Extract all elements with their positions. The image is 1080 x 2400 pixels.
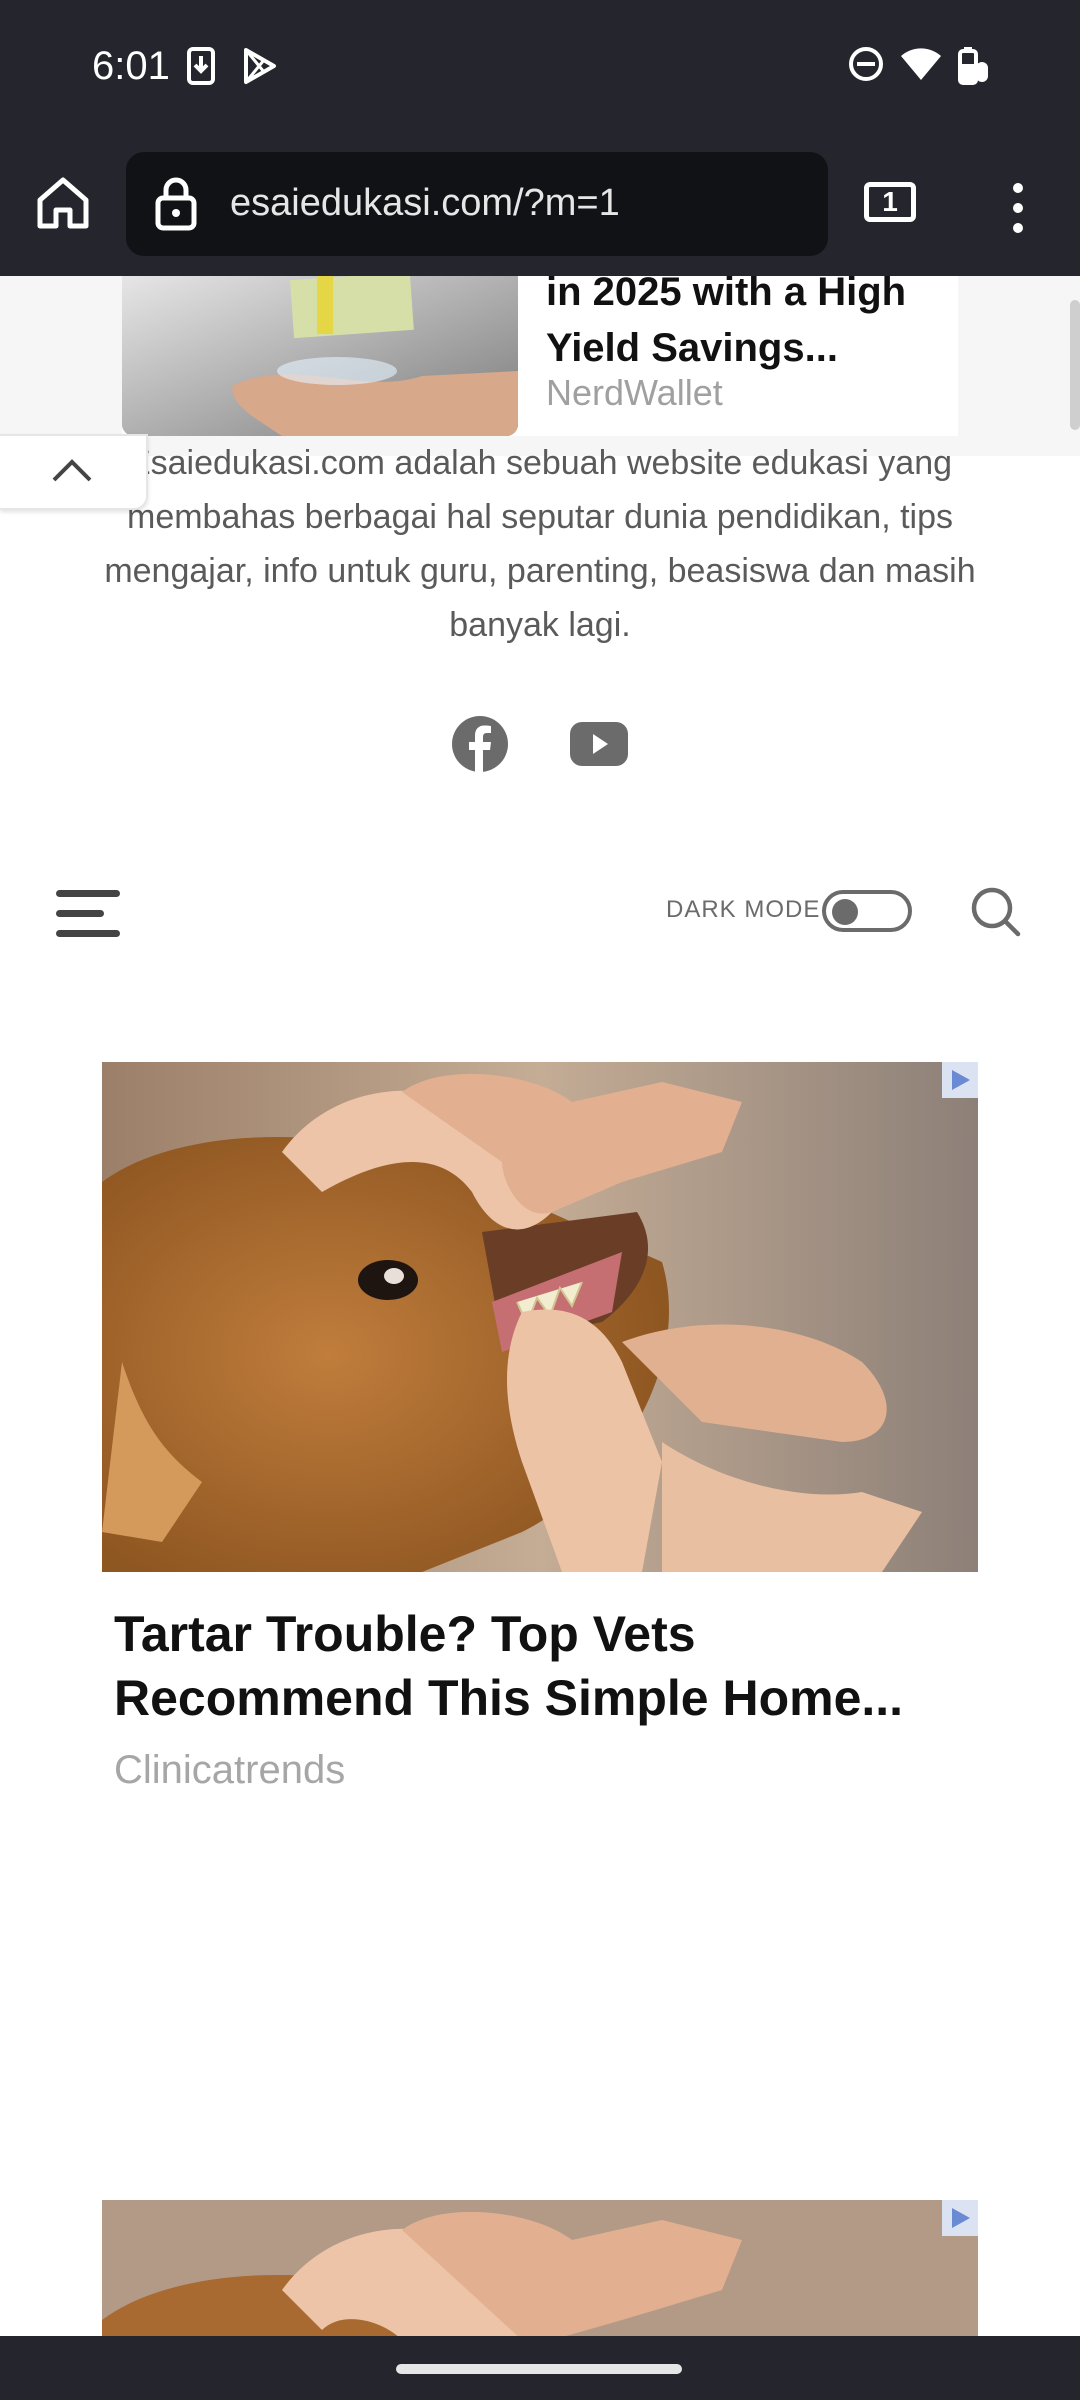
web-content: in 2025 with a High Yield Savings... Ner…	[0, 276, 1080, 2336]
status-time: 6:01	[92, 44, 170, 88]
more-vert-icon[interactable]	[1006, 180, 1030, 241]
download-icon	[186, 46, 216, 91]
status-bar: 6:01	[0, 0, 1080, 140]
browser-toolbar: esaiedukasi.com/?m=1 1	[0, 140, 1080, 276]
wifi-icon	[900, 46, 942, 87]
dark-mode-label: DARK MODE	[666, 896, 821, 923]
ad-image[interactable]	[122, 276, 518, 436]
toggle-knob	[832, 899, 858, 925]
youtube-icon[interactable]	[570, 722, 628, 771]
native-ad[interactable]: Tartar Trouble? Top Vets Recommend This …	[102, 1062, 978, 1793]
social-links	[0, 716, 1080, 796]
do-not-disturb-icon	[848, 46, 884, 87]
ad-source: Clinicatrends	[114, 1748, 346, 1792]
tab-count: 1	[882, 186, 898, 217]
play-store-icon	[240, 46, 280, 91]
navigation-bar	[0, 2336, 1080, 2400]
search-icon[interactable]	[968, 884, 1024, 945]
sticky-ad[interactable]: in 2025 with a High Yield Savings... Ner…	[0, 276, 1080, 456]
ad-image[interactable]	[102, 1062, 978, 1572]
ad-card[interactable]: in 2025 with a High Yield Savings... Ner…	[122, 276, 958, 436]
ad-title[interactable]: in 2025 with a High Yield Savings...	[546, 276, 946, 376]
ad-source: NerdWallet	[546, 372, 723, 413]
lock-icon	[154, 176, 198, 237]
site-description: Esaiedukasi.com adalah sebuah website ed…	[104, 444, 976, 644]
scrollbar[interactable]	[1070, 300, 1080, 430]
chevron-up-icon	[50, 456, 94, 489]
home-gesture-handle[interactable]	[396, 2364, 682, 2374]
site-header: DARK MODE	[0, 866, 1080, 956]
facebook-icon[interactable]	[452, 716, 508, 777]
menu-icon[interactable]	[56, 886, 122, 947]
tabs-button[interactable]: 1	[864, 182, 916, 222]
battery-icon	[954, 46, 990, 91]
native-ad-image[interactable]	[102, 2200, 978, 2336]
dark-mode-toggle[interactable]	[822, 890, 912, 932]
url-bar[interactable]: esaiedukasi.com/?m=1	[126, 152, 828, 256]
ad-title[interactable]: Tartar Trouble? Top Vets Recommend This …	[114, 1602, 974, 1730]
url-text: esaiedukasi.com/?m=1	[230, 182, 620, 224]
collapse-ad-button[interactable]	[0, 434, 148, 510]
home-icon[interactable]	[34, 174, 92, 237]
